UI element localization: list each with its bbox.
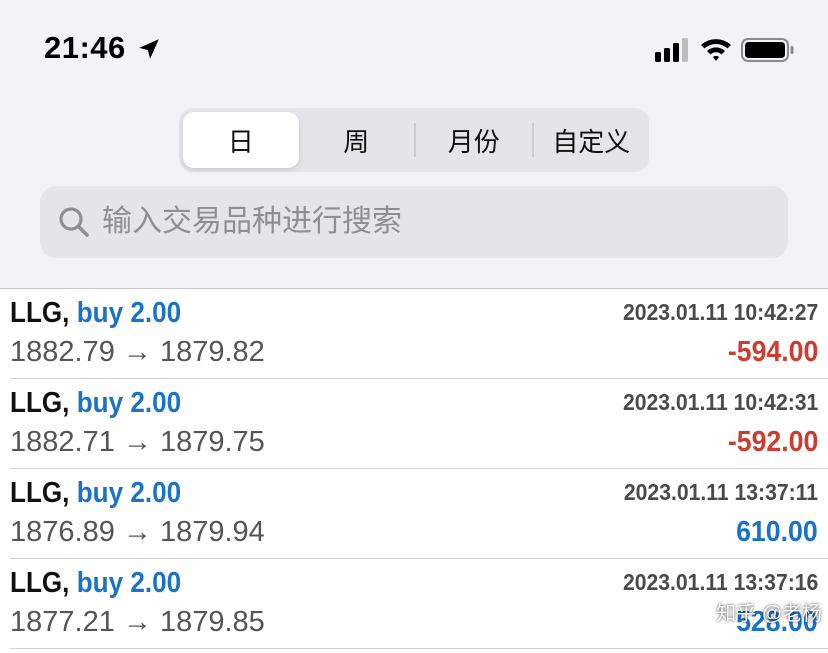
deal-time: 2023.01.11 10:42:31 <box>622 389 818 415</box>
tab-month[interactable]: 月份 <box>416 112 532 168</box>
deal-side: buy 2.00 <box>76 387 182 419</box>
deal-title: LLG, buy 2.00 <box>10 297 181 330</box>
deal-row[interactable]: LLG, buy 2.00 2023.01.11 10:42:27 1882.7… <box>10 289 828 379</box>
deal-profit: -592.00 <box>727 426 818 458</box>
wifi-icon <box>701 39 731 61</box>
cellular-signal-icon <box>655 38 688 62</box>
deal-time: 2023.01.11 13:37:11 <box>623 479 818 505</box>
deal-time: 2023.01.11 13:37:16 <box>622 569 818 595</box>
tab-day[interactable]: 日 <box>183 112 299 168</box>
deal-time: 2023.01.11 10:42:27 <box>622 299 818 325</box>
location-arrow-icon <box>139 39 159 59</box>
deal-row[interactable]: LLG, buy 2.00 2023.01.11 13:37:16 1877.2… <box>10 559 828 649</box>
period-segmented-control: 日 周 月份 自定义 <box>179 108 649 172</box>
deal-prices: 1882.71 → 1879.75 <box>10 426 265 458</box>
deal-symbol: LLG, <box>10 567 70 599</box>
deal-title: LLG, buy 2.00 <box>10 567 181 600</box>
deals-list: LLG, buy 2.00 2023.01.11 10:42:27 1882.7… <box>0 288 828 653</box>
deal-prices: 1882.79 → 1879.82 <box>10 336 265 368</box>
watermark: 知乎 @老杨 <box>716 603 822 625</box>
deal-symbol: LLG, <box>10 477 70 509</box>
search-input[interactable] <box>92 191 788 253</box>
deal-side: buy 2.00 <box>76 297 182 329</box>
search-icon <box>59 207 89 237</box>
deal-row[interactable]: LLG, buy 2.00 2023.01.11 13:37:11 1876.8… <box>10 469 828 559</box>
status-bar: 21:46 <box>0 0 828 96</box>
deal-side: buy 2.00 <box>76 477 182 509</box>
deal-title: LLG, buy 2.00 <box>10 477 181 510</box>
tab-week[interactable]: 周 <box>299 112 415 168</box>
deal-prices: 1877.21 → 1879.85 <box>10 606 265 638</box>
deal-prices: 1876.89 → 1879.94 <box>10 516 265 548</box>
deal-title: LLG, buy 2.00 <box>10 387 181 420</box>
tab-custom[interactable]: 自定义 <box>534 112 650 168</box>
deal-symbol: LLG, <box>10 297 70 329</box>
battery-icon <box>741 38 794 62</box>
status-time: 21:46 <box>44 30 126 65</box>
deal-profit: -594.00 <box>727 336 818 368</box>
deal-row[interactable]: LLG, buy 2.00 2023.01.11 10:42:31 1882.7… <box>10 379 828 469</box>
deal-profit: 610.00 <box>736 516 818 548</box>
deal-side: buy 2.00 <box>76 567 182 599</box>
deal-symbol: LLG, <box>10 387 70 419</box>
search-bar <box>40 186 788 258</box>
